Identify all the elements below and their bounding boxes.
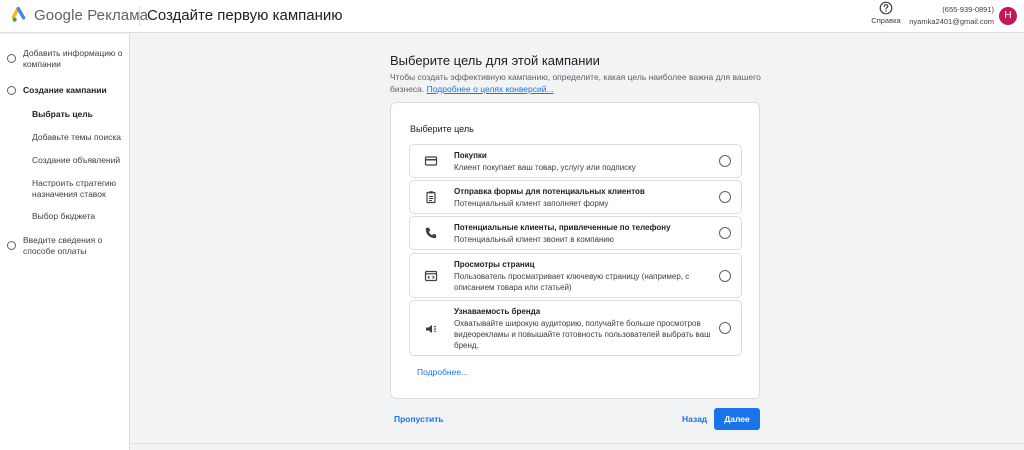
option-description: Пользователь просматривает ключевую стра… — [454, 272, 690, 292]
goal-radio[interactable] — [719, 227, 731, 239]
conversion-goals-link[interactable]: Подробнее о целях конверсий... — [427, 84, 554, 94]
next-button[interactable]: Далее — [714, 408, 760, 430]
header-divider — [139, 6, 140, 26]
option-description: Потенциальный клиент заполняет форму — [454, 199, 609, 208]
avatar[interactable]: H — [999, 7, 1017, 25]
option-name: Потенциальные клиенты, привлеченные по т… — [454, 223, 671, 232]
megaphone-icon — [426, 325, 437, 333]
substep-choose-goal[interactable]: Выбрать цель — [32, 109, 128, 120]
step-status-icon — [7, 54, 16, 63]
goal-option-page-views[interactable]: Просмотры страниц Пользователь просматри… — [409, 253, 742, 298]
credit-card-icon — [424, 156, 438, 166]
step-status-icon — [7, 241, 16, 250]
learn-more-link[interactable]: Подробнее... — [417, 367, 468, 377]
option-name: Покупки — [454, 151, 487, 160]
phone-icon — [425, 227, 437, 239]
goal-selection-card: Выберите цель Покупки Клиент покупает ва… — [390, 102, 760, 399]
account-email: nyamka2401@gmail.com — [909, 17, 994, 26]
option-description: Клиент покупает ваш товар, услугу или по… — [454, 163, 636, 172]
help-icon — [879, 1, 893, 15]
step-label: Введите сведения о способе оплаты — [23, 235, 103, 256]
help-label: Справка — [871, 16, 901, 25]
step-status-icon — [7, 86, 16, 95]
goal-radio[interactable] — [719, 191, 731, 203]
substep-budget[interactable]: Выбор бюджета — [32, 211, 128, 222]
substep-search-themes[interactable]: Добавьте темы поиска — [32, 132, 128, 143]
skip-button[interactable]: Пропустить — [394, 414, 444, 424]
brand-name: Google Реклама — [34, 7, 149, 24]
clipboard-form-icon — [426, 191, 436, 204]
back-button[interactable]: Назад — [682, 414, 707, 424]
footer-divider — [131, 443, 1024, 444]
top-app-bar: Google Реклама Создайте первую кампанию … — [0, 0, 1024, 33]
steps-sidebar: Добавить информацию о компании Создание … — [0, 34, 130, 450]
goal-option-brand-awareness[interactable]: Узнаваемость бренда Охватывайте широкую … — [409, 300, 742, 356]
option-name: Узнаваемость бренда — [454, 307, 541, 316]
step-label: Добавить информацию о компании — [23, 48, 123, 69]
option-name: Просмотры страниц — [454, 260, 535, 269]
option-description: Потенциальный клиент звонит в компанию — [454, 235, 614, 244]
option-description: Охватывайте широкую аудиторию, получайте… — [454, 319, 711, 350]
goal-option-lead-form[interactable]: Отправка формы для потенциальных клиенто… — [409, 180, 742, 214]
substep-create-ads[interactable]: Создание объявлений — [32, 155, 128, 166]
goal-option-phone-leads[interactable]: Потенциальные клиенты, привлеченные по т… — [409, 216, 742, 250]
goal-radio[interactable] — [719, 270, 731, 282]
section-title: Выберите цель для этой кампании — [390, 53, 600, 68]
account-info[interactable]: (655-939-0891) nyamka2401@gmail.com — [906, 5, 994, 26]
goal-radio[interactable] — [719, 155, 731, 167]
goal-radio[interactable] — [719, 322, 731, 334]
google-ads-logo-icon[interactable] — [12, 7, 28, 23]
goal-option-purchases[interactable]: Покупки Клиент покупает ваш товар, услуг… — [409, 144, 742, 178]
page-title: Создайте первую кампанию — [147, 7, 343, 24]
card-title: Выберите цель — [410, 124, 474, 134]
section-description: Чтобы создать эффективную кампанию, опре… — [390, 71, 770, 95]
step-label: Создание кампании — [23, 85, 107, 95]
web-page-icon — [424, 270, 438, 282]
help-button[interactable]: Справка — [868, 1, 904, 25]
option-name: Отправка формы для потенциальных клиенто… — [454, 187, 645, 196]
substep-bidding-strategy[interactable]: Настроить стратегию назначения ставок — [32, 178, 128, 200]
account-id: (655-939-0891) — [942, 5, 994, 14]
